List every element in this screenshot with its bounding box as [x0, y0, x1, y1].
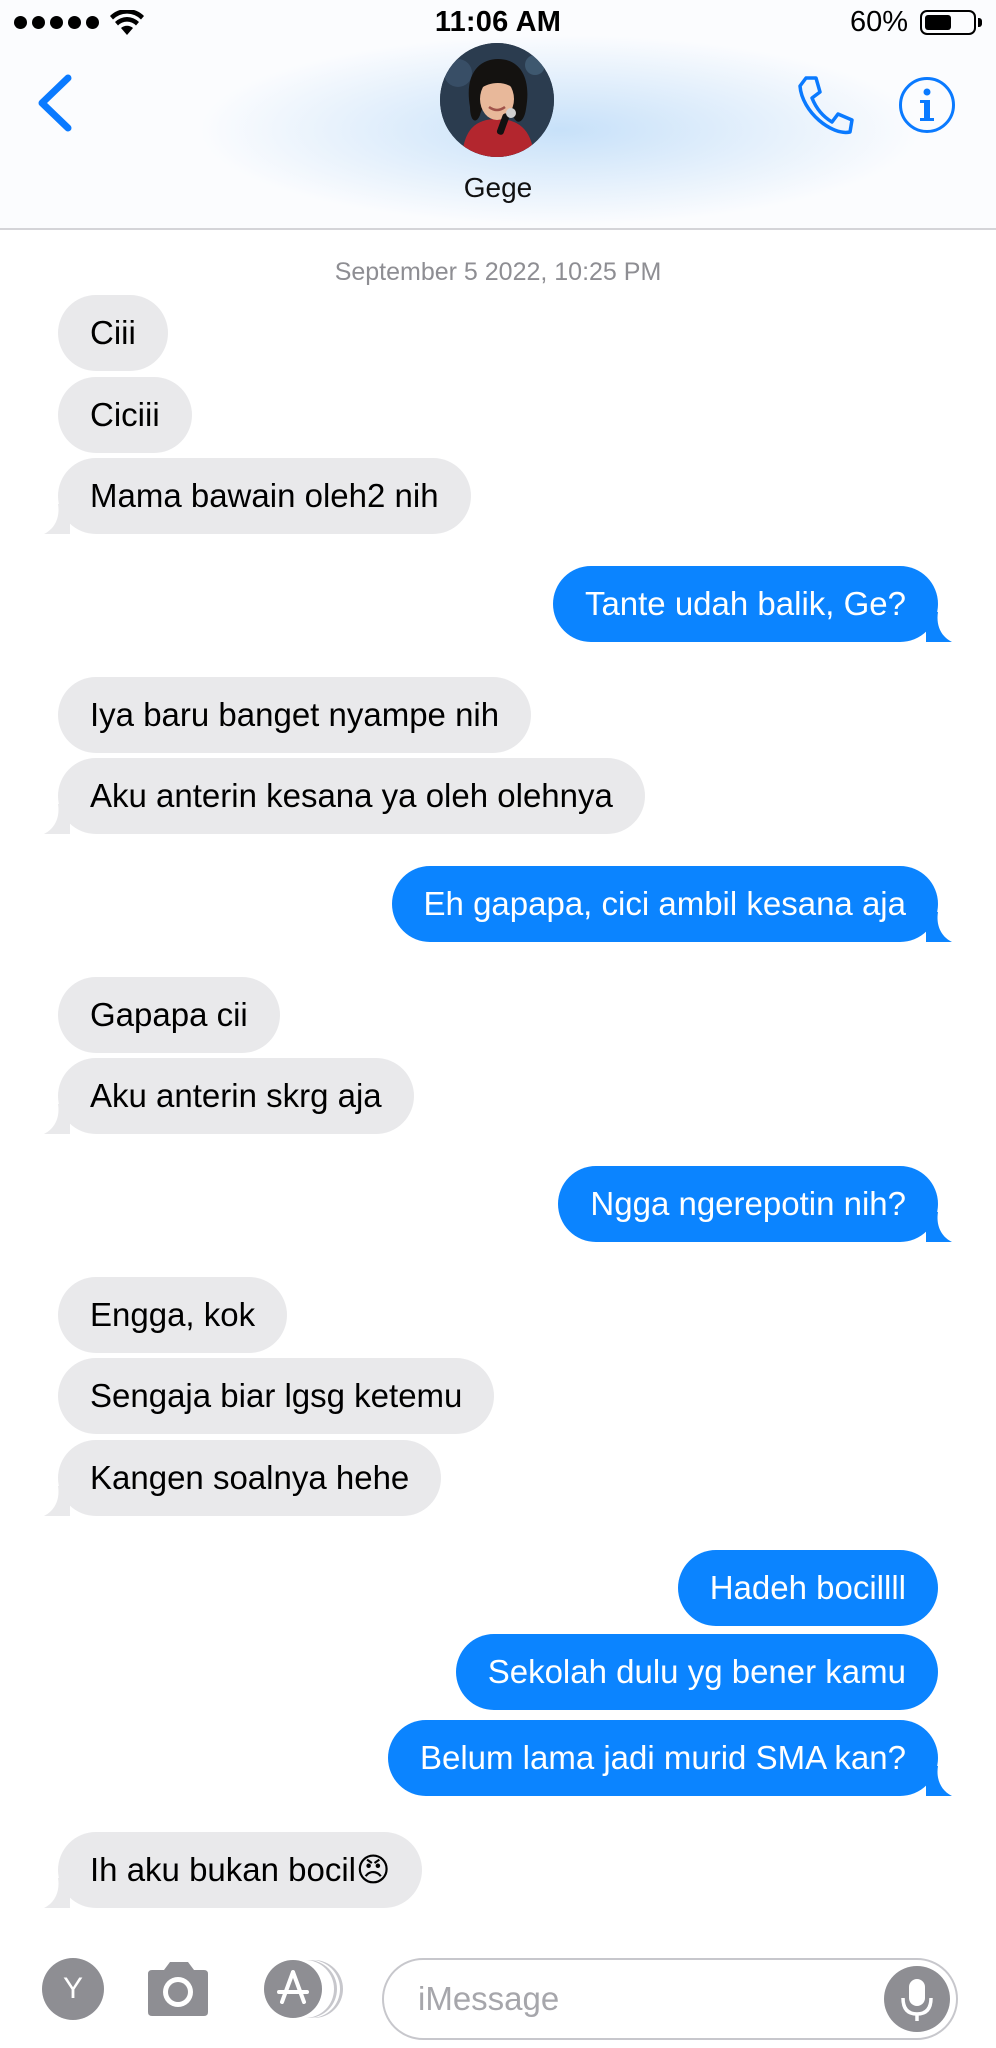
bubble-tail [926, 1766, 952, 1796]
microphone-icon[interactable] [884, 1966, 950, 2032]
info-icon[interactable] [898, 76, 956, 134]
sent-message[interactable]: Ngga ngerepotin nih? [558, 1166, 952, 1242]
message-text: Engga, kok [90, 1296, 256, 1333]
imessage-input-container[interactable] [382, 1958, 958, 2040]
sent-message[interactable]: Tante udah balik, Ge? [552, 566, 952, 642]
bubble-tail [926, 912, 952, 942]
bubble-tail [44, 1878, 70, 1908]
message-text: Tante udah balik, Ge? [584, 585, 906, 622]
imessage-input[interactable] [418, 1960, 868, 2038]
received-message[interactable]: Iya baru banget nyampe nih [58, 677, 532, 753]
received-message[interactable]: Ih aku bukan bocil😠 [44, 1832, 423, 1908]
received-message[interactable]: Gapapa cii [58, 977, 280, 1053]
message-text: Belum lama jadi murid SMA kan? [419, 1739, 906, 1776]
received-message[interactable]: Ciii [58, 295, 168, 371]
message-text: Kangen soalnya hehe [90, 1459, 410, 1496]
message-text: Eh gapapa, cici ambil kesana aja [423, 885, 906, 922]
phone-icon[interactable] [792, 72, 856, 140]
contact-avatar[interactable] [440, 43, 554, 157]
received-message[interactable]: Aku anterin skrg aja [44, 1058, 414, 1134]
received-message[interactable]: Mama bawain oleh2 nih [44, 458, 471, 534]
microphone-glyph [901, 1979, 933, 2021]
message-text: Ciii [90, 314, 136, 351]
received-message[interactable]: Kangen soalnya hehe [44, 1440, 442, 1516]
bubble-tail [926, 612, 952, 642]
bubble-tail [926, 1212, 952, 1242]
sent-message[interactable]: Eh gapapa, cici ambil kesana aja [391, 866, 952, 942]
message-composer: Y [0, 1920, 996, 2048]
status-time: 11:06 AM [434, 6, 562, 38]
camera-icon[interactable] [142, 1956, 214, 2022]
conversation-timestamp: September 5 2022, 10:25 PM [334, 258, 662, 286]
app-store-icon[interactable] [262, 1958, 346, 2020]
received-message[interactable]: Ciciii [58, 377, 192, 453]
message-text: Gapapa cii [90, 996, 248, 1033]
sent-message[interactable]: Belum lama jadi murid SMA kan? [387, 1720, 952, 1796]
message-text: Hadeh bocillll [709, 1569, 906, 1606]
bubble-tail [44, 1104, 70, 1134]
bubble-tail [44, 504, 70, 534]
contact-name[interactable]: Gege [0, 172, 996, 204]
received-message[interactable]: Sengaja biar lgsg ketemu [58, 1358, 495, 1434]
y-app-button[interactable]: Y [42, 1958, 104, 2020]
bubble-tail [44, 804, 70, 834]
message-text: Sekolah dulu yg bener kamu [487, 1653, 906, 1690]
message-text: Ngga ngerepotin nih? [590, 1185, 906, 1222]
message-text: Aku anterin kesana ya oleh olehnya [90, 777, 613, 814]
message-text: Ih aku bukan bocil😠 [90, 1851, 391, 1888]
sent-message[interactable]: Hadeh bocillll [677, 1550, 938, 1626]
status-bar: 11:06 AM 60% [0, 0, 996, 46]
message-text: Aku anterin skrg aja [90, 1077, 382, 1114]
battery-level [925, 15, 951, 30]
bubble-tail [44, 1486, 70, 1516]
conversation-header: 11:06 AM 60% Gege [0, 0, 996, 230]
back-chevron-icon[interactable] [30, 70, 78, 136]
message-text: Mama bawain oleh2 nih [90, 477, 439, 514]
received-message[interactable]: Engga, kok [58, 1277, 288, 1353]
message-text: Iya baru banget nyampe nih [90, 696, 500, 733]
sent-message[interactable]: Sekolah dulu yg bener kamu [455, 1634, 938, 1710]
received-message[interactable]: Aku anterin kesana ya oleh olehnya [44, 758, 645, 834]
battery-icon [920, 10, 982, 35]
message-text: Ciciii [90, 396, 160, 433]
message-list[interactable]: September 5 2022, 10:25 PM Ciii Ciciii M… [0, 230, 996, 1920]
avatar-photo [440, 43, 554, 157]
message-text: Sengaja biar lgsg ketemu [90, 1377, 463, 1414]
battery-percentage: 60% [849, 6, 908, 38]
